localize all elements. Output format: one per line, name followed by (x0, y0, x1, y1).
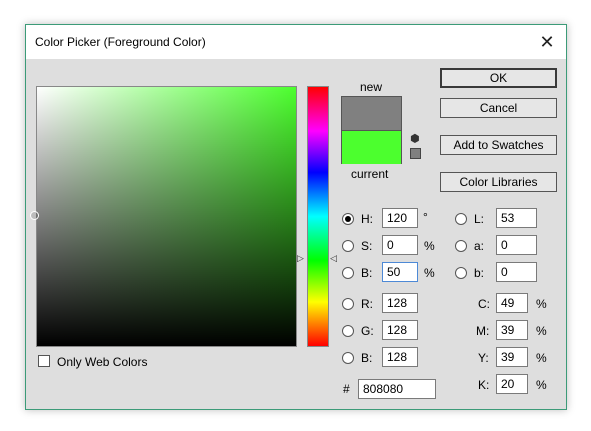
lab-b-radio[interactable] (455, 267, 467, 279)
h-input[interactable]: 120 (382, 208, 418, 228)
b-label: B: (361, 266, 373, 280)
ok-button[interactable]: OK (440, 68, 557, 88)
m-unit: % (536, 324, 547, 338)
rgb-b-radio[interactable] (342, 352, 354, 364)
add-to-swatches-button[interactable]: Add to Swatches (440, 135, 557, 155)
hex-input[interactable]: 808080 (358, 379, 436, 399)
k-input[interactable]: 20 (496, 374, 528, 394)
title-bar: Color Picker (Foreground Color) ✕ (26, 25, 566, 59)
k-unit: % (536, 378, 547, 392)
g-radio[interactable] (342, 325, 354, 337)
a-radio[interactable] (455, 240, 467, 252)
s-label: S: (361, 239, 373, 253)
current-color-swatch[interactable] (342, 130, 401, 164)
color-picker-dialog: Color Picker (Foreground Color) ✕ ▷ ◁ ne… (25, 24, 567, 410)
l-input[interactable]: 53 (496, 208, 537, 228)
s-input[interactable]: 0 (382, 235, 418, 255)
hue-slider[interactable] (307, 86, 329, 347)
only-web-colors-label: Only Web Colors (57, 355, 148, 369)
b-radio[interactable] (342, 267, 354, 279)
r-input[interactable]: 128 (382, 293, 418, 313)
color-field[interactable] (36, 86, 297, 347)
swatch-preview (341, 96, 402, 164)
y-label: Y: (478, 351, 489, 365)
g-input[interactable]: 128 (382, 320, 418, 340)
c-label: C: (478, 297, 490, 311)
b-unit: % (424, 266, 435, 280)
h-unit: ° (423, 210, 428, 224)
r-radio[interactable] (342, 298, 354, 310)
r-label: R: (361, 297, 373, 311)
h-label: H: (361, 212, 373, 226)
gamut-swatch-icon[interactable] (410, 148, 421, 159)
color-field-marker[interactable] (30, 211, 39, 220)
rgb-b-label: B: (361, 351, 373, 365)
s-unit: % (424, 239, 435, 253)
g-label: G: (361, 324, 374, 338)
c-unit: % (536, 297, 547, 311)
a-label: a: (474, 239, 485, 253)
close-icon[interactable]: ✕ (536, 31, 558, 53)
m-input[interactable]: 39 (496, 320, 528, 340)
c-input[interactable]: 49 (496, 293, 528, 313)
l-label: L: (474, 212, 485, 226)
m-label: M: (476, 324, 490, 338)
color-libraries-button[interactable]: Color Libraries (440, 172, 557, 192)
y-input[interactable]: 39 (496, 347, 528, 367)
window-title: Color Picker (Foreground Color) (35, 35, 206, 49)
rgb-b-input[interactable]: 128 (382, 347, 418, 367)
new-label: new (360, 80, 383, 94)
b-input[interactable]: 50 (382, 262, 418, 282)
cancel-button[interactable]: Cancel (440, 98, 557, 118)
slider-left-arrow-icon[interactable]: ▷ (297, 253, 304, 264)
k-label: K: (478, 378, 490, 392)
only-web-colors-checkbox[interactable] (38, 355, 50, 367)
hex-label: # (343, 382, 350, 396)
y-unit: % (536, 351, 547, 365)
current-label: current (351, 167, 389, 181)
lab-b-label: b: (474, 266, 485, 280)
l-radio[interactable] (455, 213, 467, 225)
web-safe-cube-icon[interactable]: ⬢ (410, 132, 420, 145)
slider-right-arrow-icon[interactable]: ◁ (330, 253, 337, 264)
a-input[interactable]: 0 (496, 235, 537, 255)
h-radio[interactable] (342, 213, 354, 225)
new-color-swatch (342, 97, 401, 130)
s-radio[interactable] (342, 240, 354, 252)
lab-b-input[interactable]: 0 (496, 262, 537, 282)
